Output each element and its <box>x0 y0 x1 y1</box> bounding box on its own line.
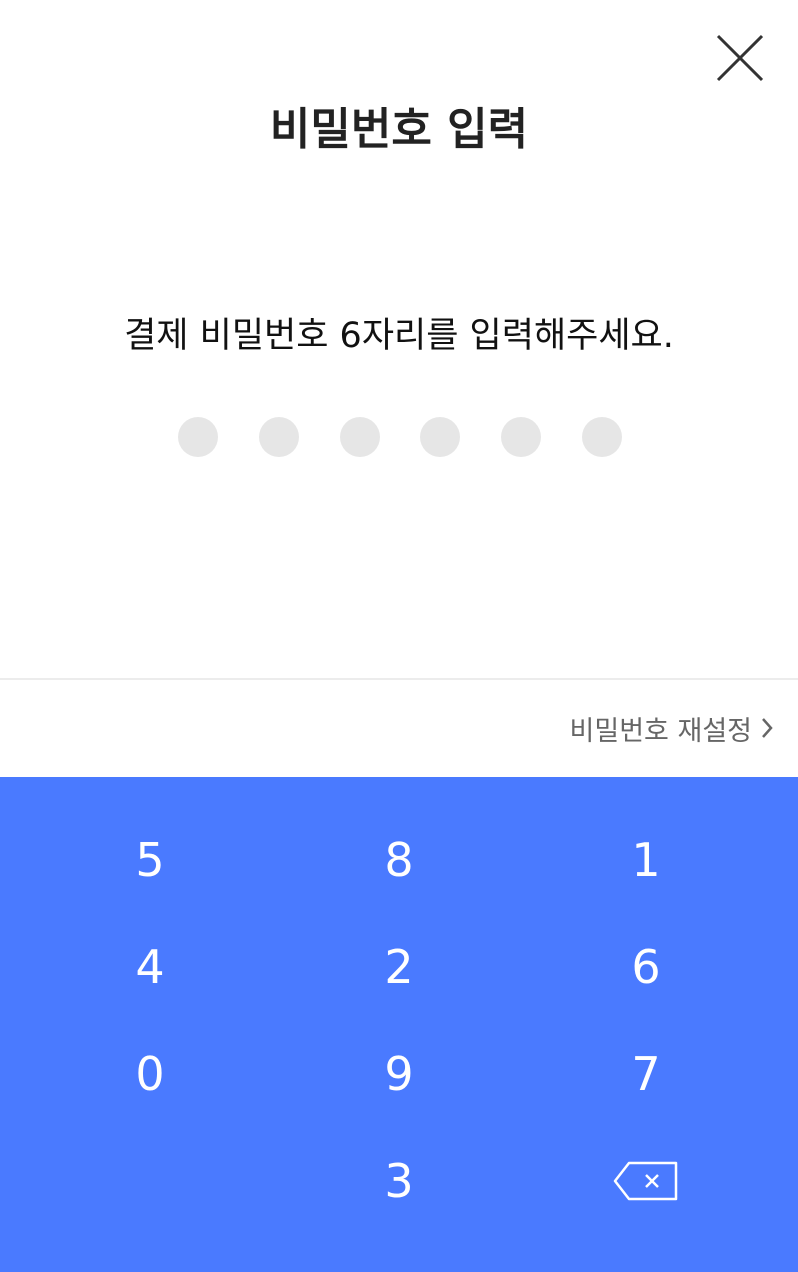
key-9[interactable]: 9 <box>266 1021 532 1127</box>
close-button[interactable] <box>712 30 768 86</box>
backspace-button[interactable] <box>513 1128 779 1234</box>
pin-dot <box>582 417 622 457</box>
pin-indicator <box>178 417 622 457</box>
chevron-right-icon <box>762 718 773 738</box>
pin-dot <box>178 417 218 457</box>
secure-keypad: 5 8 1 4 2 6 0 9 7 3 <box>0 777 798 1272</box>
key-7[interactable]: 7 <box>513 1021 779 1127</box>
pin-dot <box>420 417 460 457</box>
reset-password-link[interactable]: 비밀번호 재설정 <box>570 706 774 750</box>
key-2[interactable]: 2 <box>266 914 532 1020</box>
pin-dot <box>259 417 299 457</box>
key-empty <box>17 1128 283 1234</box>
key-3[interactable]: 3 <box>266 1128 532 1234</box>
password-prompt: 결제 비밀번호 6자리를 입력해주세요. <box>124 316 674 356</box>
divider <box>0 678 798 680</box>
close-icon <box>716 34 764 82</box>
key-0[interactable]: 0 <box>17 1021 283 1127</box>
key-1[interactable]: 1 <box>513 807 779 913</box>
key-8[interactable]: 8 <box>266 807 532 913</box>
page-title: 비밀번호 입력 <box>269 104 529 155</box>
backspace-icon <box>613 1161 678 1201</box>
reset-password-label: 비밀번호 재설정 <box>569 715 752 747</box>
key-6[interactable]: 6 <box>513 914 779 1020</box>
key-5[interactable]: 5 <box>17 807 283 913</box>
pin-dot <box>340 417 380 457</box>
key-4[interactable]: 4 <box>17 914 283 1020</box>
pin-dot <box>501 417 541 457</box>
